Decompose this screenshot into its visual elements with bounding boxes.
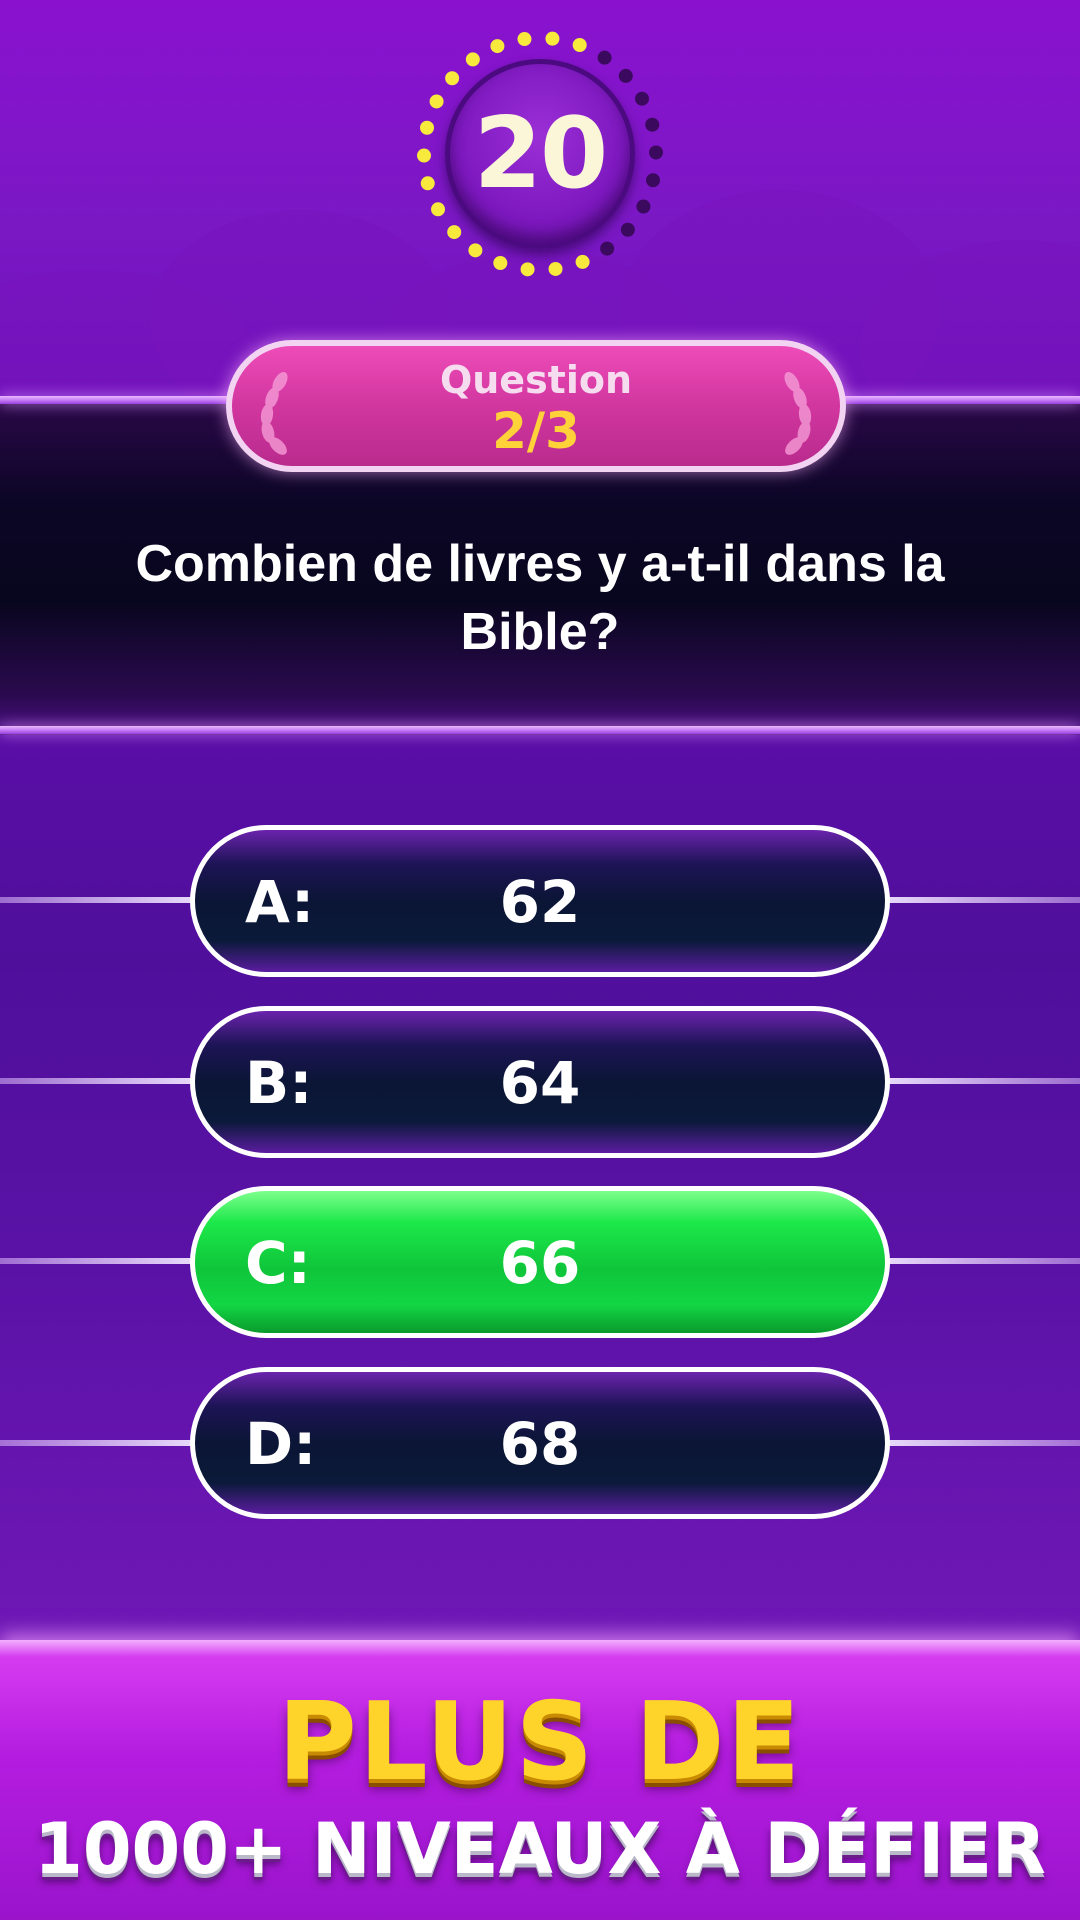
question-counter-banner: Question 2/3: [226, 340, 846, 472]
timer-dot: [545, 31, 560, 46]
timer-dot: [648, 145, 663, 160]
timer-dot: [465, 52, 480, 67]
timer-value: 20: [473, 97, 608, 211]
timer-disc: 20: [445, 59, 635, 249]
answer-option-b[interactable]: 64 B:: [190, 1006, 890, 1158]
question-panel-bottom-line: [0, 726, 1080, 734]
answer-option-d[interactable]: 68 D:: [190, 1367, 890, 1519]
timer-dot: [600, 241, 615, 256]
promo-headline: PLUS DE: [277, 1680, 803, 1805]
timer-dot: [636, 199, 651, 214]
timer-dot: [548, 261, 563, 276]
timer-dot: [420, 120, 435, 135]
timer-dot: [575, 254, 590, 269]
answer-letter: B:: [245, 1049, 313, 1117]
laurel-icon: [784, 372, 812, 455]
answer-letter: C:: [245, 1229, 311, 1297]
timer-dot: [417, 148, 432, 163]
timer-dot: [429, 94, 444, 109]
timer-dot: [597, 50, 612, 65]
promo-subheadline: 1000+ NIVEAUX À DÉFIER: [34, 1808, 1046, 1890]
timer-dot: [645, 117, 660, 132]
question-label: Question: [439, 358, 633, 402]
timer-dot: [493, 256, 508, 271]
timer-dot: [620, 222, 635, 237]
timer-dot: [517, 32, 532, 47]
timer-dot: [520, 262, 535, 277]
timer-dot: [468, 243, 483, 258]
timer-dot: [431, 202, 446, 217]
timer-dot: [490, 39, 505, 54]
question-text: Combien de livres y a-t-il dans la Bible…: [135, 535, 945, 661]
timer-dot: [447, 225, 462, 240]
timer-dot: [645, 173, 660, 188]
answer-letter: A:: [245, 868, 315, 936]
answer-option-a[interactable]: 62 A:: [190, 825, 890, 977]
countdown-timer: 20: [412, 26, 668, 282]
timer-dot: [618, 68, 633, 83]
timer-dot: [445, 71, 460, 86]
timer-dot: [634, 91, 649, 106]
timer-dot: [420, 176, 435, 191]
question-counter: 2/3: [492, 402, 580, 460]
timer-dot: [572, 37, 587, 52]
answer-option-c[interactable]: 66 C:: [190, 1186, 890, 1338]
answer-letter: D:: [245, 1410, 317, 1478]
